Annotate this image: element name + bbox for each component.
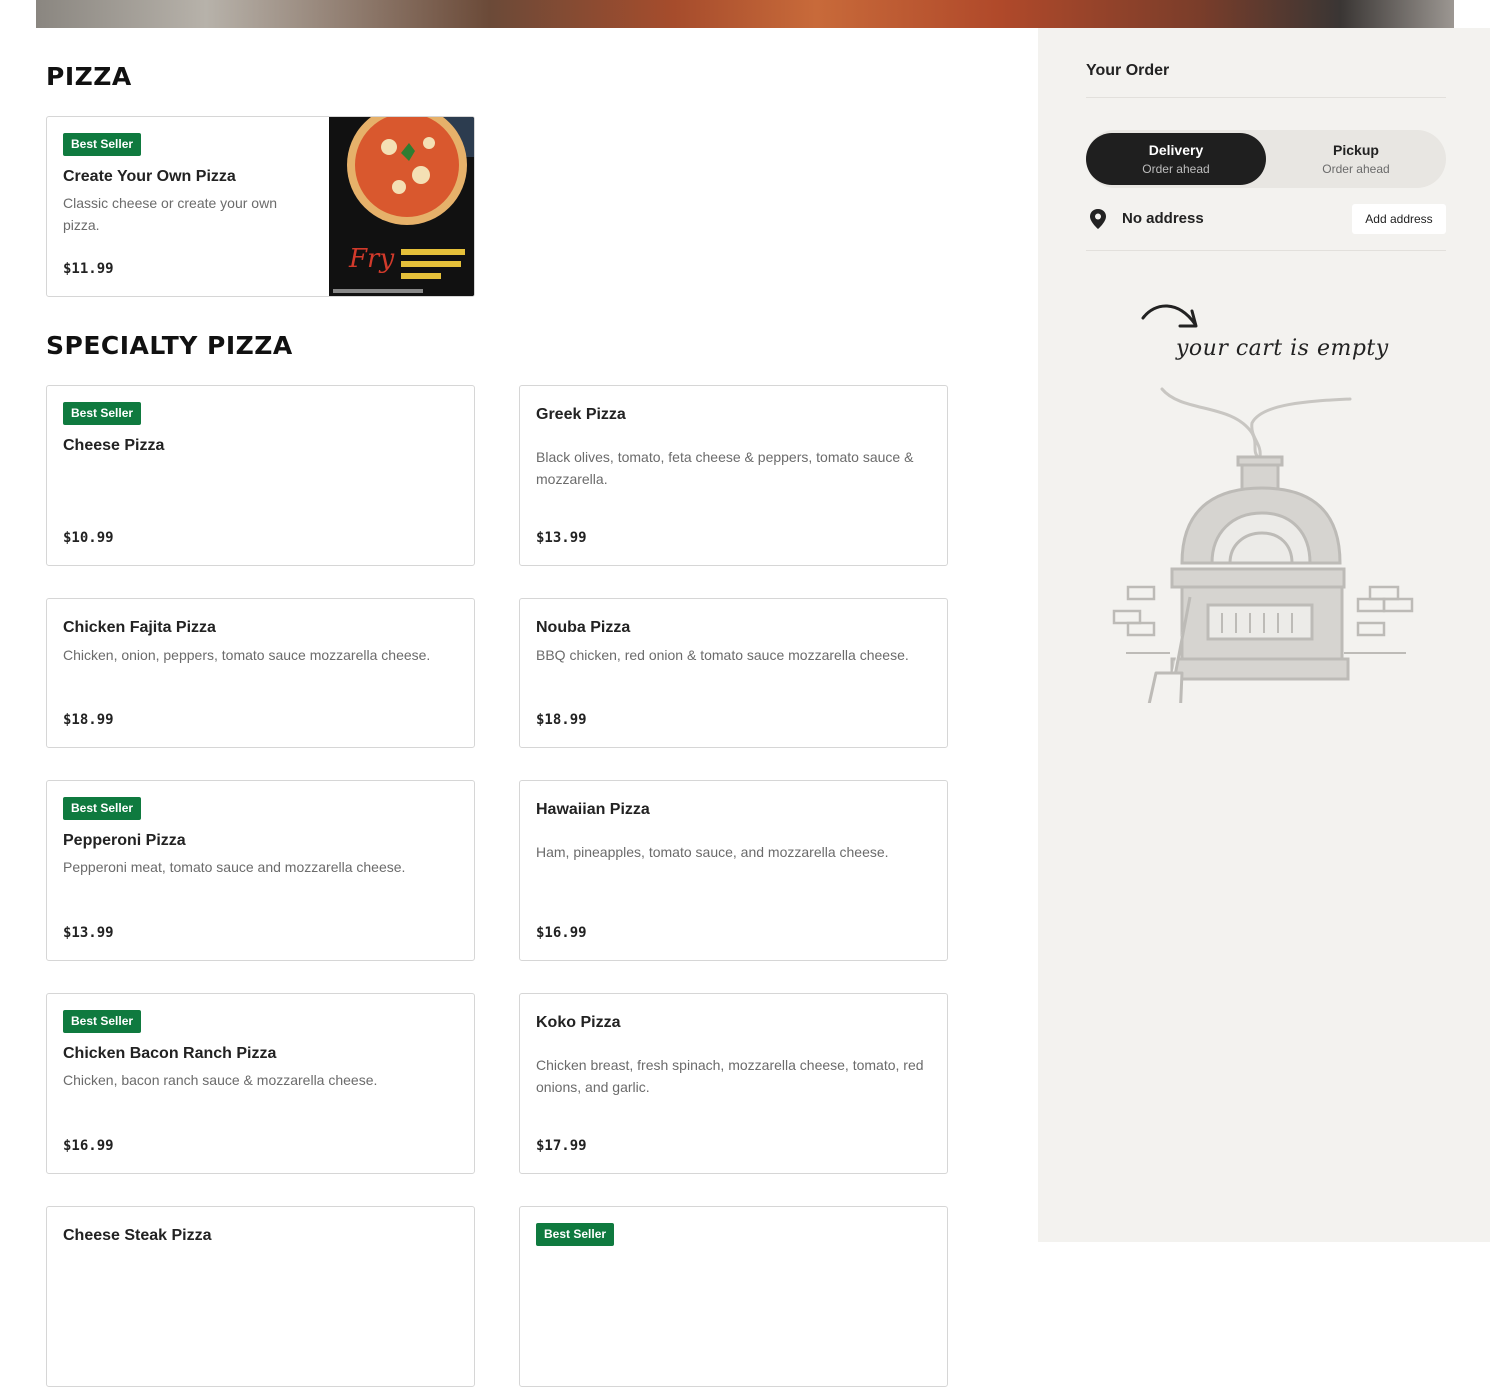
- item-name: Koko Pizza: [536, 1014, 621, 1031]
- item-image: Fry: [329, 117, 474, 296]
- item-price: $16.99: [536, 925, 587, 941]
- best-seller-badge: Best Seller: [536, 1223, 615, 1246]
- pizza-oven-illustration: [1112, 383, 1422, 723]
- menu-item-chicken-fajita-pizza[interactable]: Chicken Fajita Pizza Chicken, onion, pep…: [46, 598, 475, 748]
- menu-item-cheese-steak-pizza[interactable]: Cheese Steak Pizza: [46, 1206, 475, 1387]
- item-description: Classic cheese or create your own pizza.: [63, 195, 277, 233]
- item-description: Chicken, onion, peppers, tomato sauce mo…: [63, 647, 431, 663]
- address-text: No address: [1122, 210, 1204, 227]
- item-name: Pepperoni Pizza: [63, 832, 186, 849]
- item-name: Chicken Fajita Pizza: [63, 619, 216, 636]
- menu-item-chicken-bacon-ranch-pizza[interactable]: Best Seller Chicken Bacon Ranch Pizza Ch…: [46, 993, 475, 1174]
- item-price: $13.99: [63, 925, 114, 941]
- item-price: $18.99: [63, 712, 114, 728]
- item-description: Pepperoni meat, tomato sauce and mozzare…: [63, 859, 406, 875]
- item-name: Chicken Bacon Ranch Pizza: [63, 1045, 277, 1062]
- item-name: Greek Pizza: [536, 406, 626, 423]
- menu-item-cheese-pizza[interactable]: Best Seller Cheese Pizza $10.99: [46, 385, 475, 566]
- pickup-label: Pickup: [1333, 142, 1379, 158]
- empty-cart-text: your cart is empty: [1176, 336, 1389, 361]
- item-description: BBQ chicken, red onion & tomato sauce mo…: [536, 647, 909, 663]
- item-description: Chicken, bacon ranch sauce & mozzarella …: [63, 1072, 378, 1088]
- divider: [1086, 97, 1446, 98]
- location-pin-icon: [1088, 208, 1108, 235]
- item-name: Cheese Pizza: [63, 437, 165, 454]
- menu-item-hawaiian-pizza[interactable]: Hawaiian Pizza Ham, pineapples, tomato s…: [519, 780, 948, 961]
- pickup-option[interactable]: Pickup Order ahead: [1266, 133, 1446, 185]
- item-name: Cheese Steak Pizza: [63, 1227, 212, 1244]
- delivery-option[interactable]: Delivery Order ahead: [1086, 133, 1266, 185]
- menu-list: PIZZA Best Seller Create Your Own Pizza …: [0, 28, 1038, 1387]
- order-sidebar: Your Order Delivery Order ahead Pickup O…: [1038, 28, 1490, 1242]
- item-description: Ham, pineapples, tomato sauce, and mozza…: [536, 844, 889, 860]
- best-seller-badge: Best Seller: [63, 1010, 142, 1033]
- item-price: $11.99: [63, 261, 114, 277]
- item-description: Chicken breast, fresh spinach, mozzarell…: [536, 1057, 924, 1095]
- delivery-label: Delivery: [1148, 142, 1204, 158]
- order-title: Your Order: [1086, 62, 1170, 79]
- item-price: $18.99: [536, 712, 587, 728]
- best-seller-badge: Best Seller: [63, 797, 142, 820]
- item-price: $17.99: [536, 1138, 587, 1154]
- item-description: Black olives, tomato, feta cheese & pepp…: [536, 449, 914, 487]
- menu-item-greek-pizza[interactable]: Greek Pizza Black olives, tomato, feta c…: [519, 385, 948, 566]
- item-name: Create Your Own Pizza: [63, 168, 236, 185]
- menu-item-pepperoni-pizza[interactable]: Best Seller Pepperoni Pizza Pepperoni me…: [46, 780, 475, 961]
- section-title-specialty-pizza: SPECIALTY PIZZA: [46, 331, 293, 360]
- address-row: No address Add address: [1086, 204, 1446, 234]
- best-seller-badge: Best Seller: [63, 133, 142, 156]
- section-title-pizza: PIZZA: [46, 62, 132, 91]
- menu-item-nouba-pizza[interactable]: Nouba Pizza BBQ chicken, red onion & tom…: [519, 598, 948, 748]
- menu-item-create-your-own-pizza[interactable]: Best Seller Create Your Own Pizza Classi…: [46, 116, 475, 297]
- svg-text:Fry: Fry: [348, 244, 394, 274]
- hero-banner: [36, 0, 1454, 28]
- fulfillment-toggle: Delivery Order ahead Pickup Order ahead: [1086, 130, 1446, 188]
- item-price: $10.99: [63, 530, 114, 546]
- item-name: Nouba Pizza: [536, 619, 631, 636]
- item-price: $13.99: [536, 530, 587, 546]
- item-name: Hawaiian Pizza: [536, 801, 650, 818]
- item-price: $16.99: [63, 1138, 114, 1154]
- menu-item-best-seller[interactable]: Best Seller: [519, 1206, 948, 1387]
- best-seller-badge: Best Seller: [63, 402, 142, 425]
- menu-item-koko-pizza[interactable]: Koko Pizza Chicken breast, fresh spinach…: [519, 993, 948, 1174]
- delivery-sub: Order ahead: [1142, 162, 1210, 176]
- curved-arrow-icon: [1140, 298, 1202, 335]
- pickup-sub: Order ahead: [1322, 162, 1390, 176]
- divider: [1086, 250, 1446, 251]
- add-address-button[interactable]: Add address: [1352, 204, 1446, 234]
